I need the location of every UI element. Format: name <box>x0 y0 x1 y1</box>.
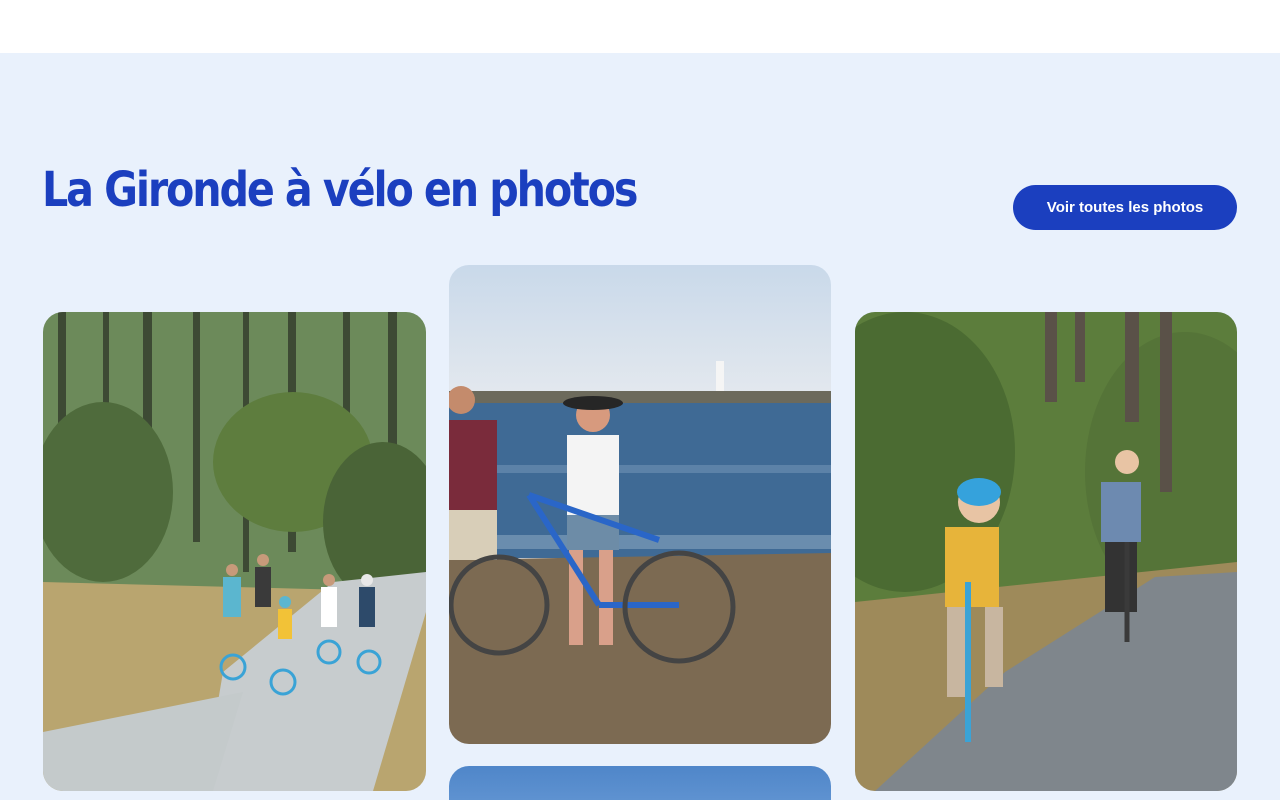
photo-family-cycling[interactable] <box>43 312 426 791</box>
photo-beach-couple[interactable] <box>449 265 831 744</box>
site-header <box>0 0 1280 53</box>
photo-image <box>855 312 1237 791</box>
photo-blue-sky-partial[interactable] <box>449 766 831 800</box>
photo-child-cycling[interactable] <box>855 312 1237 791</box>
see-all-photos-button[interactable]: Voir toutes les photos <box>1013 185 1237 230</box>
photo-image <box>449 265 831 744</box>
photo-image <box>43 312 426 791</box>
section-title: La Gironde à vélo en photos <box>42 162 638 218</box>
photo-gallery-section: La Gironde à vélo en photos Voir toutes … <box>0 53 1280 800</box>
